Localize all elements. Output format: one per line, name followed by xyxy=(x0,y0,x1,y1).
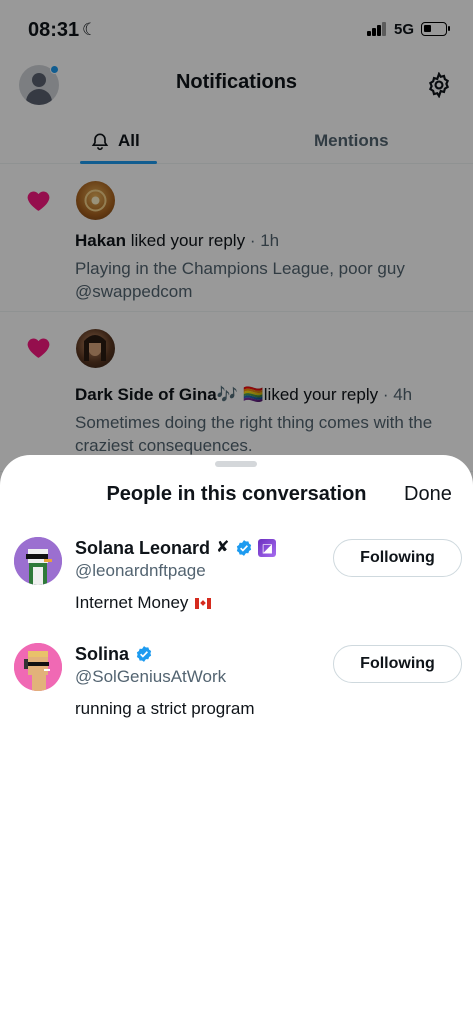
avatar[interactable] xyxy=(14,643,62,691)
done-button[interactable]: Done xyxy=(404,483,452,506)
person-name-row: Solina xyxy=(75,643,153,665)
person-handle: @leonardnftpage xyxy=(75,561,206,580)
person-bio: running a strict program xyxy=(75,698,255,720)
person-bio-text: running a strict program xyxy=(75,699,255,718)
person-bio: Internet Money xyxy=(75,592,212,614)
nft-badge-icon: ◪ xyxy=(258,539,277,557)
following-button[interactable]: Following xyxy=(333,539,462,577)
people-sheet: People in this conversation Done Solana … xyxy=(0,455,473,1024)
person-row[interactable]: Solana Leonard ✘ ◪ @leonardnftpage Inter… xyxy=(0,537,473,637)
person-name-row: Solana Leonard ✘ ◪ xyxy=(75,537,277,559)
sheet-title: People in this conversation xyxy=(106,483,367,505)
verified-badge-icon xyxy=(136,646,152,662)
person-name[interactable]: Solana Leonard xyxy=(75,537,210,559)
following-button[interactable]: Following xyxy=(333,645,462,683)
person-name[interactable]: Solina xyxy=(75,643,129,665)
sheet-grabber[interactable] xyxy=(215,461,257,467)
canada-flag-icon xyxy=(195,597,212,609)
avatar[interactable] xyxy=(14,537,62,585)
person-bio-text: Internet Money xyxy=(75,593,189,612)
verified-badge-icon xyxy=(237,540,252,556)
x-mark-icon: ✘ xyxy=(216,539,230,556)
person-row[interactable]: Solina @SolGeniusAtWork running a strict… xyxy=(0,643,473,743)
person-handle: @SolGeniusAtWork xyxy=(75,667,227,686)
